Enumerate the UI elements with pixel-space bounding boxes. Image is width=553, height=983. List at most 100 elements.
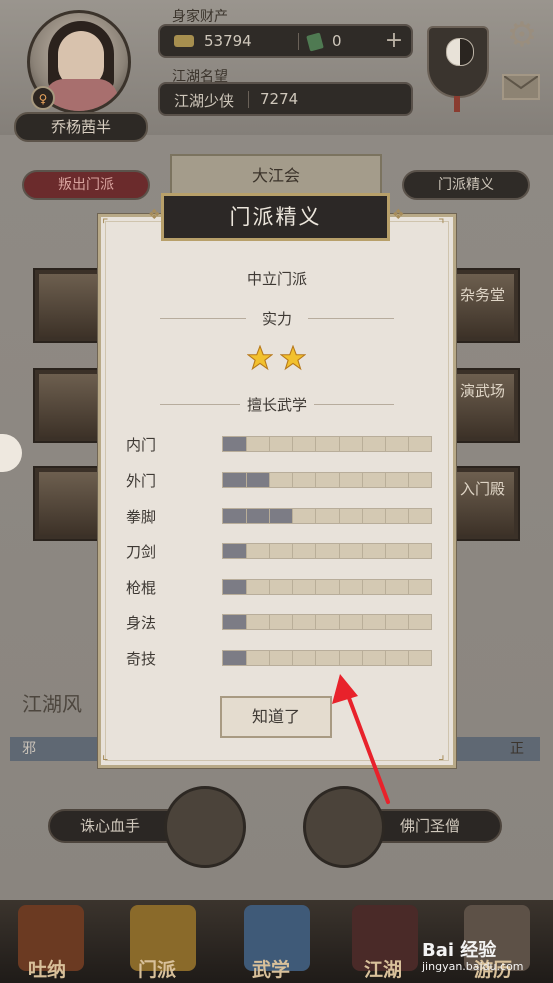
skill-bar-segment xyxy=(339,615,340,629)
skill-label-waimen: 外门 xyxy=(126,472,157,490)
red-arrow-annotation xyxy=(332,674,390,804)
faction-righteous-label: 正 xyxy=(510,741,524,757)
skill-bar xyxy=(222,508,432,524)
skill-bar-segment xyxy=(385,473,386,487)
sect-info-button[interactable]: 门派精义 xyxy=(402,170,530,200)
nav-wuxue[interactable]: 武学 xyxy=(252,955,290,982)
skill-bar-fill xyxy=(223,651,246,665)
skill-bar-segment xyxy=(362,509,363,523)
skill-bar-segment xyxy=(292,615,293,629)
gold-ingot-icon xyxy=(174,35,194,47)
chief-left-portrait[interactable] xyxy=(164,786,246,868)
hall-label: 演武场 xyxy=(460,382,506,400)
skill-bar-segment xyxy=(362,651,363,665)
hall-label: 杂务堂 xyxy=(460,286,506,304)
skill-label-quanjiao: 拳脚 xyxy=(126,508,157,526)
corner-ornament-icon: ⌜ xyxy=(102,217,109,233)
modal-title: 门派精义 xyxy=(161,193,390,241)
skill-bar-fill xyxy=(223,544,246,558)
corner-ornament-icon: ⌟ xyxy=(438,747,445,763)
skill-bar-segment xyxy=(292,473,293,487)
avatar-body xyxy=(44,79,118,111)
strength-heading: 实力 xyxy=(261,310,292,328)
skill-bar-segment xyxy=(269,651,270,665)
gear-icon[interactable]: ⚙ xyxy=(505,18,539,52)
skill-bar-segment xyxy=(408,615,409,629)
skill-bar-segment xyxy=(246,544,247,558)
faction-evil-label: 邪 xyxy=(22,741,36,757)
skill-bar-segment xyxy=(269,544,270,558)
skill-bar xyxy=(222,436,432,452)
skill-bar-segment xyxy=(385,580,386,594)
skill-bar-segment xyxy=(408,651,409,665)
skill-bar xyxy=(222,650,432,666)
player-name: 乔杨茜半 xyxy=(14,112,148,142)
skill-bar-segment xyxy=(339,651,340,665)
skill-bar-segment xyxy=(292,651,293,665)
skill-bar-segment xyxy=(292,544,293,558)
star-icon xyxy=(247,345,273,371)
skill-bar-segment xyxy=(315,544,316,558)
hall-image xyxy=(39,472,107,535)
sect-type-label: 中立门派 xyxy=(246,270,307,288)
confirm-button[interactable]: 知道了 xyxy=(220,696,332,738)
skill-bar-segment xyxy=(339,437,340,451)
skill-bar-segment xyxy=(269,437,270,451)
baidu-watermark: Bai 经验 xyxy=(422,940,497,961)
skill-label-neimen: 内门 xyxy=(126,436,157,454)
jianghu-fengyun-heading: 江湖风 xyxy=(22,692,82,716)
skill-bar-fill xyxy=(223,580,246,594)
skill-bar-segment xyxy=(362,580,363,594)
skill-bar-segment xyxy=(315,651,316,665)
reputation-title: 江湖少侠 xyxy=(174,92,235,110)
skill-label-shenfa: 身法 xyxy=(126,614,157,632)
skill-bar-segment xyxy=(339,509,340,523)
skill-bar-segment xyxy=(315,437,316,451)
star-icon xyxy=(280,345,306,371)
nav-menpai[interactable]: 门派 xyxy=(138,955,176,982)
skill-bar-segment xyxy=(269,580,270,594)
yinyang-shield-button[interactable] xyxy=(427,26,489,98)
mail-icon[interactable] xyxy=(502,74,540,100)
corner-ornament-icon: ⌝ xyxy=(438,217,445,233)
skill-bar-segment xyxy=(385,544,386,558)
resource-divider xyxy=(298,33,299,50)
corner-ornament-icon: ⌞ xyxy=(102,747,109,763)
skill-bar-segment xyxy=(362,544,363,558)
skill-bar-segment xyxy=(385,437,386,451)
skill-bar-segment xyxy=(269,473,270,487)
reputation-value: 7274 xyxy=(260,90,299,108)
skill-bar-fill xyxy=(223,615,246,629)
sect-info-modal xyxy=(98,214,456,768)
gold-value: 53794 xyxy=(204,32,252,50)
skill-bar-segment xyxy=(362,615,363,629)
hall-image xyxy=(39,374,107,437)
nav-tuna[interactable]: 吐纳 xyxy=(28,955,66,982)
betray-sect-button[interactable]: 叛出门派 xyxy=(22,170,150,200)
reputation-bar: 江湖少侠 7274 xyxy=(158,82,413,116)
skill-bar-segment xyxy=(246,437,247,451)
skill-bar-segment xyxy=(315,580,316,594)
skill-bar xyxy=(222,614,432,630)
skill-bar-segment xyxy=(408,544,409,558)
watermark-url: jingyan.baidu.com xyxy=(422,960,524,973)
female-gender-icon: ♀ xyxy=(31,86,55,110)
hall-image xyxy=(39,274,107,337)
skill-bar-segment xyxy=(385,615,386,629)
skill-label-daojian: 刀剑 xyxy=(126,543,157,561)
skill-bar-segment xyxy=(246,615,247,629)
skill-bar-segment xyxy=(246,473,247,487)
skill-bar-segment xyxy=(292,509,293,523)
mail-flap-shape xyxy=(504,76,538,90)
skill-bar-segment xyxy=(246,651,247,665)
skill-bar-segment xyxy=(246,509,247,523)
skill-bar-fill xyxy=(223,437,246,451)
skill-bar xyxy=(222,579,432,595)
skill-bar-segment xyxy=(339,580,340,594)
nav-jianghu[interactable]: 江湖 xyxy=(364,955,402,982)
skill-bar-segment xyxy=(246,580,247,594)
add-currency-button[interactable]: + xyxy=(382,29,406,53)
ornament-icon: ❖ xyxy=(392,207,405,223)
skill-bar-segment xyxy=(362,437,363,451)
skill-bar-fill xyxy=(223,509,292,523)
